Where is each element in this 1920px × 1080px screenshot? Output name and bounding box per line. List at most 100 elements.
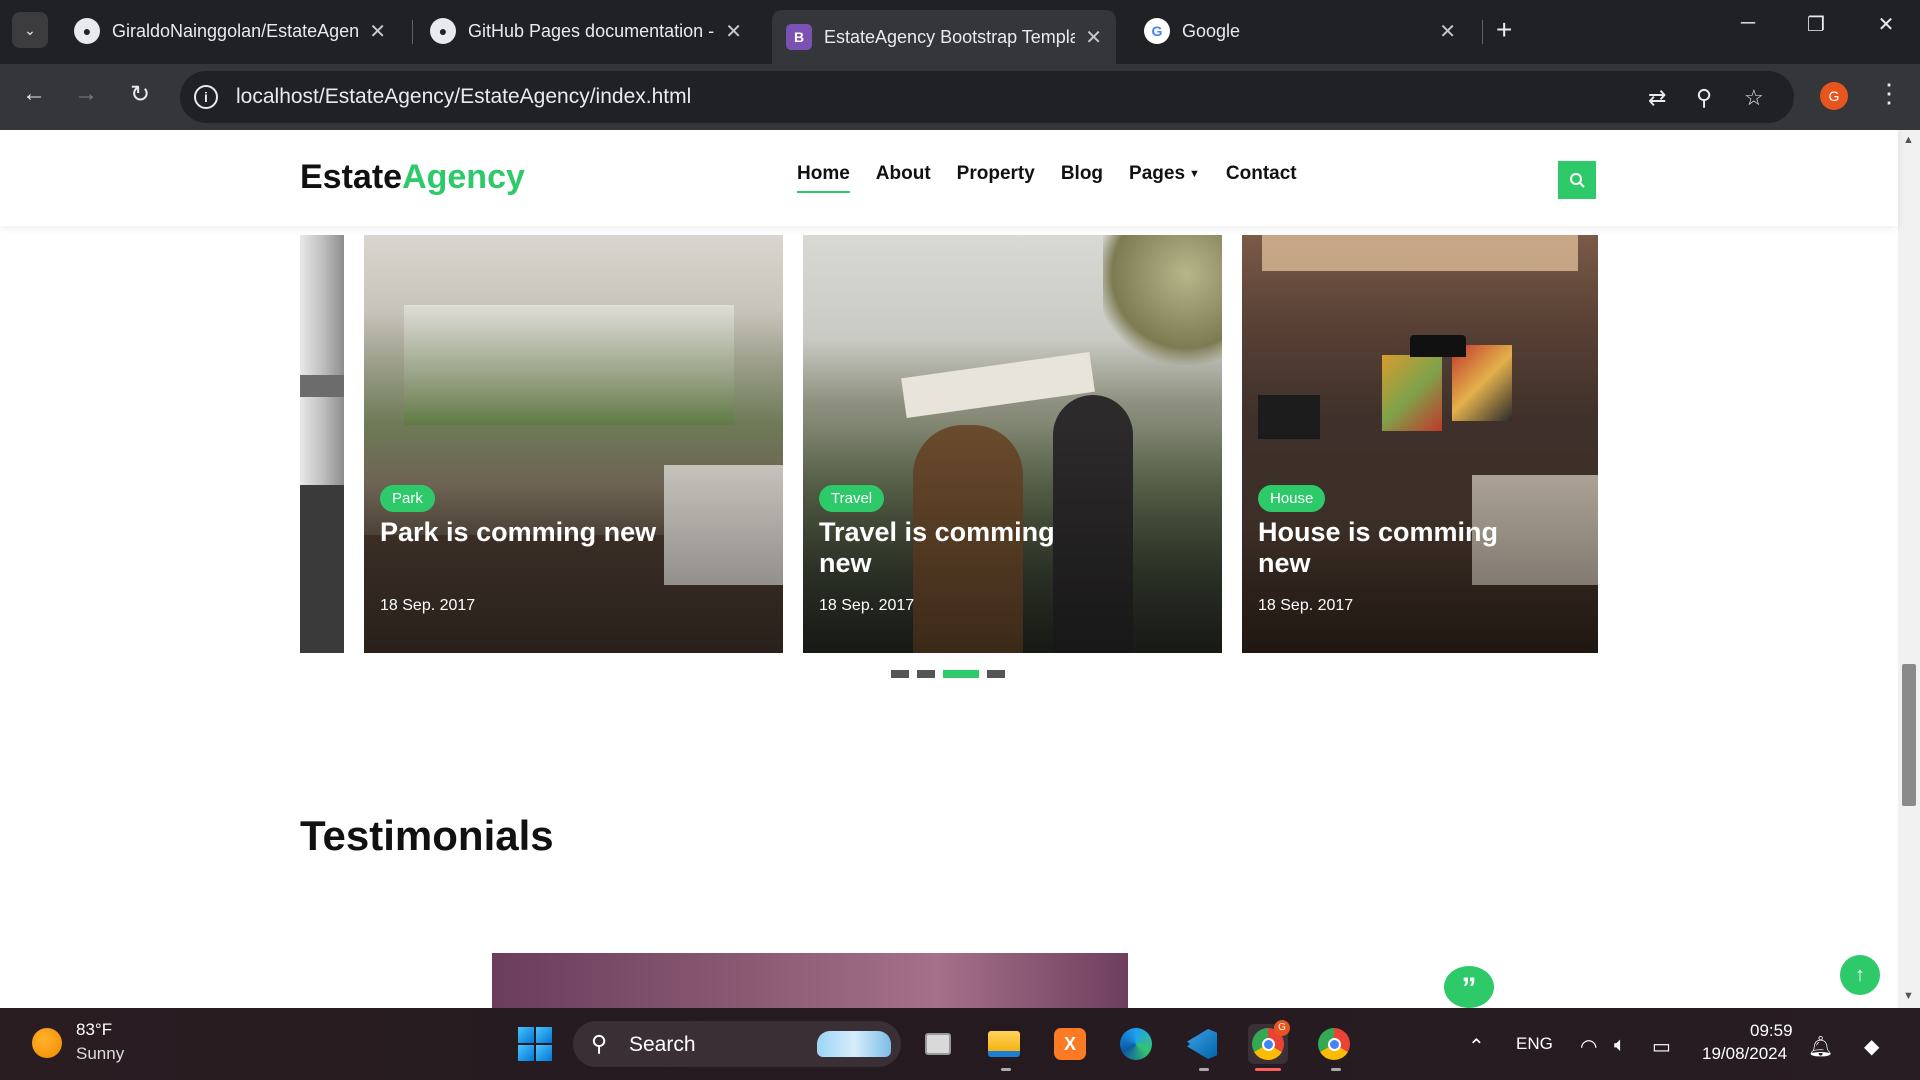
chrome-profile-badge: G bbox=[1274, 1020, 1290, 1036]
close-tab-icon[interactable]: ✕ bbox=[1085, 25, 1102, 50]
notification-bell-icon[interactable]: 🔔︎ bbox=[1808, 1034, 1833, 1059]
back-to-top-button[interactable]: ↑ bbox=[1840, 955, 1880, 995]
github-icon: ● bbox=[74, 18, 100, 44]
carousel-pagination bbox=[891, 670, 1005, 678]
vscode-icon[interactable] bbox=[1182, 1024, 1222, 1064]
restore-button[interactable]: ❐ bbox=[1796, 12, 1836, 37]
news-card[interactable]: House House is comming new 18 Sep. 2017 bbox=[1242, 235, 1598, 653]
battery-icon[interactable]: ▭ bbox=[1652, 1034, 1671, 1059]
weather-description[interactable]: Sunny bbox=[76, 1044, 124, 1064]
arrow-up-icon: ↑ bbox=[1855, 964, 1865, 986]
news-title[interactable]: House is comming new bbox=[1258, 517, 1538, 579]
tab-github-pages-docs[interactable]: ● GitHub Pages documentation - ✕ bbox=[416, 10, 756, 52]
tab-separator bbox=[1482, 20, 1483, 44]
browser-tab-strip: ⌄ ● GiraldoNainggolan/EstateAgency ✕ ● G… bbox=[0, 0, 1920, 64]
tab-title: EstateAgency Bootstrap Templa bbox=[824, 26, 1076, 47]
nav-blog[interactable]: Blog bbox=[1061, 163, 1103, 193]
nav-about[interactable]: About bbox=[876, 163, 931, 193]
site-search-button[interactable] bbox=[1558, 161, 1596, 199]
news-card[interactable]: Park Park is comming new 18 Sep. 2017 bbox=[364, 235, 783, 653]
tab-google[interactable]: G Google ✕ bbox=[1130, 10, 1470, 52]
tab-search-button[interactable]: ⌄ bbox=[12, 12, 48, 48]
close-tab-icon[interactable]: ✕ bbox=[725, 19, 742, 44]
copilot-icon[interactable]: ◆ bbox=[1864, 1034, 1879, 1059]
page-scrollbar[interactable]: ▲ ▼ bbox=[1898, 130, 1920, 1008]
main-nav: Home About Property Blog Pages ▼ Contact bbox=[797, 163, 1297, 193]
tab-github-repo[interactable]: ● GiraldoNainggolan/EstateAgency ✕ bbox=[60, 10, 400, 52]
wifi-icon[interactable]: ◠ bbox=[1580, 1034, 1597, 1059]
carousel-dot[interactable] bbox=[917, 670, 935, 678]
site-info-icon[interactable]: i bbox=[194, 85, 218, 109]
xampp-logo-shape: X bbox=[1054, 1028, 1086, 1060]
weather-temperature[interactable]: 83°F bbox=[76, 1020, 112, 1040]
nav-contact[interactable]: Contact bbox=[1226, 163, 1297, 193]
testimonials-heading: Testimonials bbox=[300, 812, 554, 859]
news-category-badge[interactable]: Travel bbox=[819, 485, 885, 512]
zoom-icon[interactable]: ⚲ bbox=[1696, 85, 1712, 111]
window-close-button[interactable]: ✕ bbox=[1866, 12, 1906, 37]
tab-separator bbox=[412, 20, 413, 44]
news-card[interactable]: Travel Travel is comming new 18 Sep. 201… bbox=[803, 235, 1222, 653]
chrome-icon[interactable]: G bbox=[1248, 1020, 1290, 1064]
language-indicator[interactable]: ENG bbox=[1516, 1034, 1553, 1054]
nav-pages-label: Pages bbox=[1129, 163, 1186, 184]
task-view-icon[interactable] bbox=[918, 1024, 958, 1064]
clock-date[interactable]: 19/08/2024 bbox=[1702, 1044, 1787, 1064]
news-category-badge[interactable]: Park bbox=[380, 485, 435, 512]
scroll-down-arrow-icon[interactable]: ▼ bbox=[1903, 990, 1914, 1002]
edge-logo-shape bbox=[1120, 1028, 1152, 1060]
chrome-profile-icon[interactable] bbox=[1314, 1024, 1354, 1064]
chevron-up-icon[interactable]: ⌃ bbox=[1468, 1034, 1485, 1059]
minimize-button[interactable]: ─ bbox=[1728, 12, 1768, 35]
scrollbar-thumb[interactable] bbox=[1902, 664, 1916, 806]
nav-home[interactable]: Home bbox=[797, 163, 850, 193]
reload-button[interactable]: ↻ bbox=[122, 80, 158, 109]
logo-text-agency: Agency bbox=[402, 158, 525, 196]
google-icon: G bbox=[1144, 18, 1170, 44]
close-tab-icon[interactable]: ✕ bbox=[369, 19, 386, 44]
taskbar-search-box[interactable]: ⚲ Search bbox=[573, 1021, 901, 1067]
edge-icon[interactable] bbox=[1116, 1024, 1156, 1064]
running-indicator bbox=[1199, 1068, 1209, 1071]
close-tab-icon[interactable]: ✕ bbox=[1439, 19, 1456, 44]
url-text[interactable]: localhost/EstateAgency/EstateAgency/inde… bbox=[236, 85, 691, 109]
forward-button[interactable]: → bbox=[68, 80, 104, 108]
news-title[interactable]: Travel is comming new bbox=[819, 517, 1099, 579]
address-bar[interactable]: i localhost/EstateAgency/EstateAgency/in… bbox=[180, 71, 1794, 123]
tab-estateagency[interactable]: B EstateAgency Bootstrap Templa ✕ bbox=[772, 10, 1116, 64]
browser-menu-icon[interactable]: ⋮ bbox=[1876, 78, 1902, 109]
carousel-dot[interactable] bbox=[891, 670, 909, 678]
running-indicator bbox=[1001, 1068, 1011, 1071]
chrome-logo-shape bbox=[1318, 1028, 1350, 1060]
site-header: EstateAgency Home About Property Blog Pa… bbox=[0, 130, 1898, 226]
news-title[interactable]: Park is comming new bbox=[380, 517, 660, 548]
back-button[interactable]: ← bbox=[16, 80, 52, 108]
news-category-badge[interactable]: House bbox=[1258, 485, 1326, 512]
file-explorer-icon[interactable] bbox=[984, 1024, 1024, 1064]
carousel-dot-active[interactable] bbox=[943, 670, 979, 678]
bookmark-star-icon[interactable]: ☆ bbox=[1744, 85, 1764, 111]
nav-pages-dropdown[interactable]: Pages ▼ bbox=[1129, 163, 1200, 193]
quote-icon: ” bbox=[1444, 966, 1494, 1008]
profile-avatar[interactable]: G bbox=[1820, 82, 1848, 110]
news-card-partial[interactable] bbox=[300, 235, 344, 653]
scroll-up-arrow-icon[interactable]: ▲ bbox=[1903, 134, 1914, 146]
caret-down-icon: ▼ bbox=[1189, 167, 1200, 180]
chrome-center-shape bbox=[1261, 1037, 1275, 1051]
sun-icon[interactable] bbox=[32, 1028, 62, 1058]
testimonial-image bbox=[492, 953, 1128, 1008]
tab-title: GiraldoNainggolan/EstateAgency bbox=[112, 20, 360, 41]
site-logo[interactable]: EstateAgency bbox=[300, 158, 525, 197]
start-button[interactable] bbox=[515, 1024, 555, 1064]
news-date: 18 Sep. 2017 bbox=[380, 597, 476, 614]
clock-time[interactable]: 09:59 bbox=[1750, 1021, 1793, 1041]
windows-logo-icon bbox=[518, 1027, 552, 1061]
carousel-dot[interactable] bbox=[987, 670, 1005, 678]
task-view-shape bbox=[925, 1033, 951, 1055]
nav-property[interactable]: Property bbox=[957, 163, 1035, 193]
new-tab-button[interactable]: + bbox=[1496, 14, 1512, 46]
translate-icon[interactable]: ⇄ bbox=[1648, 85, 1666, 111]
xampp-icon[interactable]: X bbox=[1050, 1024, 1090, 1064]
chrome-center-shape bbox=[1327, 1037, 1341, 1051]
volume-icon[interactable]: 🔈︎ bbox=[1614, 1034, 1626, 1057]
